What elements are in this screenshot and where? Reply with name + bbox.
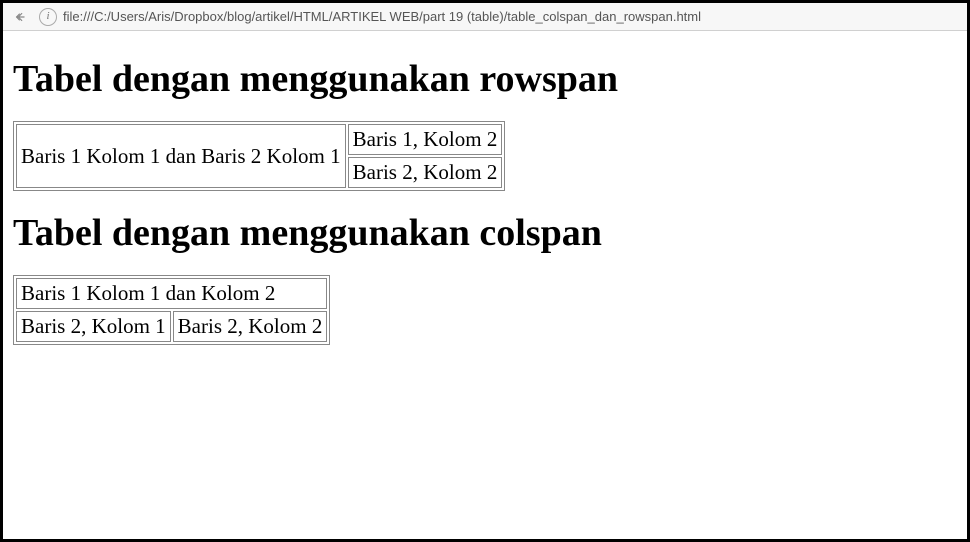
colspan-table: Baris 1 Kolom 1 dan Kolom 2 Baris 2, Kol… <box>13 275 330 345</box>
table-row: Baris 2, Kolom 1 Baris 2, Kolom 2 <box>16 311 327 342</box>
heading-colspan: Tabel dengan menggunakan colspan <box>13 211 957 255</box>
back-button[interactable] <box>9 6 31 28</box>
heading-rowspan: Tabel dengan menggunakan rowspan <box>13 57 957 101</box>
site-info-button[interactable]: i <box>39 8 57 26</box>
arrow-left-icon <box>13 10 27 24</box>
page-body: Tabel dengan menggunakan rowspan Baris 1… <box>3 31 967 351</box>
address-bar[interactable]: file:///C:/Users/Aris/Dropbox/blog/artik… <box>63 9 961 24</box>
table-row: Baris 1 Kolom 1 dan Baris 2 Kolom 1 Bari… <box>16 124 502 155</box>
cell-rowspan-merged: Baris 1 Kolom 1 dan Baris 2 Kolom 1 <box>16 124 346 188</box>
cell-colspan-merged: Baris 1 Kolom 1 dan Kolom 2 <box>16 278 327 309</box>
table-row: Baris 1 Kolom 1 dan Kolom 2 <box>16 278 327 309</box>
info-icon: i <box>46 11 49 22</box>
cell-r2c2: Baris 2, Kolom 2 <box>348 157 503 188</box>
cell-r2c1: Baris 2, Kolom 1 <box>16 311 171 342</box>
cell-r2c2: Baris 2, Kolom 2 <box>173 311 328 342</box>
cell-r1c2: Baris 1, Kolom 2 <box>348 124 503 155</box>
browser-toolbar: i file:///C:/Users/Aris/Dropbox/blog/art… <box>3 3 967 31</box>
rowspan-table: Baris 1 Kolom 1 dan Baris 2 Kolom 1 Bari… <box>13 121 505 191</box>
